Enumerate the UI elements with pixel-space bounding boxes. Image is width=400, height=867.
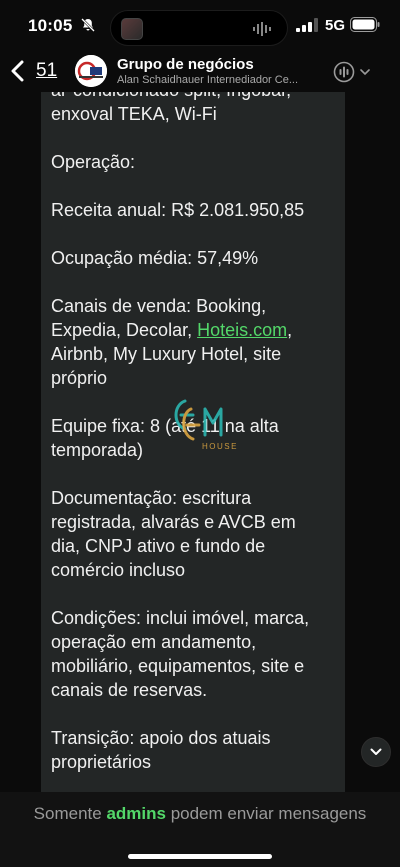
message-line-gap xyxy=(51,174,341,198)
network-label: 5G xyxy=(325,17,346,34)
message-line: Condições: inclui imóvel, marca, xyxy=(51,608,310,628)
signal-icon xyxy=(296,18,318,32)
unread-count: 51 xyxy=(36,60,58,81)
call-icon xyxy=(333,61,355,83)
message-line: Operação: xyxy=(51,152,136,172)
message-line-gap xyxy=(51,582,341,606)
message-line: Canais de venda: Booking, xyxy=(51,296,267,316)
group-logo-icon xyxy=(75,55,107,87)
status-time: 10:05 xyxy=(28,16,73,35)
message-line: Receita anual: R$ 2.081.950,85 xyxy=(51,200,305,220)
scroll-to-bottom-button[interactable] xyxy=(361,737,391,767)
message-line: ar-condicionado split, frigobar, xyxy=(51,92,341,102)
house-watermark-logo: HOUSE xyxy=(174,399,237,451)
hoteis-link[interactable]: Hoteis.com xyxy=(197,320,287,340)
watermark-text: HOUSE xyxy=(202,442,237,451)
message-line: enxoval TEKA, Wi-Fi xyxy=(51,104,217,124)
message-line-with-link: Expedia, Decolar, Hoteis.com, xyxy=(51,318,341,342)
group-avatar[interactable] xyxy=(75,55,107,87)
message-line: próprio xyxy=(51,368,108,388)
group-title[interactable]: Grupo de negócios xyxy=(117,56,254,73)
notice-suffix: podem enviar mensagens xyxy=(165,804,367,823)
admin-only-footer: Somente admins podem enviar mensagens xyxy=(0,792,400,867)
message-line-gap xyxy=(51,462,341,486)
chat-header: 51 Grupo de negócios Alan Schaidhauer In… xyxy=(0,52,400,92)
audio-wave-icon xyxy=(253,22,271,36)
notice-prefix: Somente xyxy=(33,804,107,823)
message-line: Airbnb, My Luxury Hotel, site xyxy=(51,344,282,364)
message-line: Transição: apoio dos atuais xyxy=(51,728,271,748)
link-suffix: , xyxy=(287,320,293,340)
message-line-gap xyxy=(51,270,341,294)
admins-link[interactable]: admins xyxy=(106,804,166,823)
message-line: proprietários xyxy=(51,752,152,772)
chevron-down-icon xyxy=(370,748,382,755)
message-line: mobiliário, equipamentos, site e xyxy=(51,656,305,676)
media-thumbnail xyxy=(121,18,143,40)
message-line-gap xyxy=(51,126,341,150)
message-line: dia, CNPJ ativo e fundo de xyxy=(51,536,266,556)
message-line-segment: Expedia, Decolar, xyxy=(51,320,198,340)
message-line-gap xyxy=(51,702,341,726)
back-button[interactable]: 51 xyxy=(10,56,62,86)
message-line: comércio incluso xyxy=(51,560,186,580)
chevron-left-icon xyxy=(11,60,24,82)
message-line: operação em andamento, xyxy=(51,632,257,652)
message-line: Documentação: escritura xyxy=(51,488,252,508)
message-line: registrada, alvarás e AVCB em xyxy=(51,512,296,532)
chevron-down-icon xyxy=(360,69,370,76)
group-subtitle[interactable]: Alan Schaidhauer Internediador Ce... xyxy=(117,74,329,86)
bell-slash-icon xyxy=(81,18,95,32)
dynamic-island[interactable] xyxy=(110,10,288,46)
status-bar: 10:05 5G xyxy=(0,0,400,52)
message-line: canais de reservas. xyxy=(51,680,208,700)
group-call-button[interactable] xyxy=(333,58,373,86)
message-line-gap xyxy=(51,222,341,246)
home-indicator[interactable] xyxy=(128,854,272,859)
battery-icon xyxy=(350,17,380,32)
message-line: Ocupação média: 57,49% xyxy=(51,248,259,268)
whatsapp-chat-screen: 10:05 5G 51 Grupo de negócios Alan Schai… xyxy=(0,0,400,867)
admin-only-notice: Somente admins podem enviar mensagens xyxy=(0,804,400,824)
